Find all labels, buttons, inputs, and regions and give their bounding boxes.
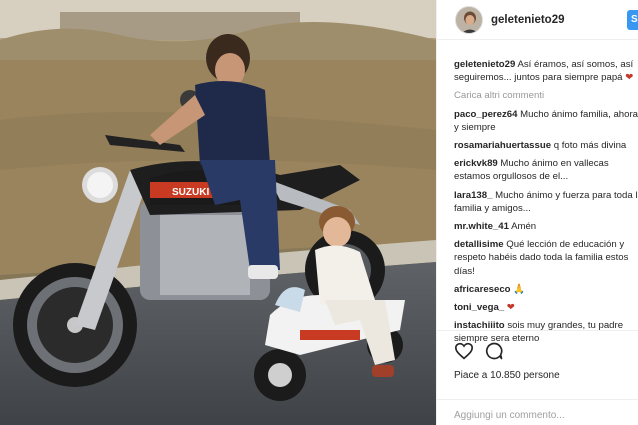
comment-item: detallisime Qué lección de educación y r… — [454, 238, 638, 278]
comment-username[interactable]: paco_perez64 — [454, 109, 517, 120]
heart-icon[interactable] — [454, 342, 474, 360]
add-comment-input[interactable]: Aggiungi un commento... — [437, 399, 638, 425]
caption: geletenieto29 Así éramos, así somos, así… — [454, 58, 638, 84]
comment-item: rosamariahuertassue q foto más divina — [454, 139, 638, 152]
comment-username[interactable]: toni_vega_ — [454, 302, 504, 313]
post-header: geletenieto29 S — [437, 0, 638, 40]
comment-item: mr.white_41 Amén — [454, 220, 638, 233]
comment-item: paco_perez64 Mucho ánimo familia, ahora … — [454, 108, 638, 134]
caption-username[interactable]: geletenieto29 — [454, 59, 515, 70]
comment-username[interactable]: africareseco — [454, 284, 511, 295]
comment-username[interactable]: erickvk89 — [454, 158, 498, 169]
header-username[interactable]: geletenieto29 — [491, 14, 565, 26]
post-actions: Piace a 10.850 persone — [437, 330, 638, 381]
post-photo[interactable]: SUZUKI — [0, 0, 436, 425]
avatar-image — [456, 6, 482, 33]
comment-icon[interactable] — [484, 341, 504, 361]
comment-item: africareseco 🙏 — [454, 283, 638, 296]
avatar[interactable] — [455, 5, 483, 34]
comment-username[interactable]: mr.white_41 — [454, 221, 509, 232]
likes-count[interactable]: Piace a 10.850 persone — [454, 370, 638, 381]
comment-text: ❤ — [506, 302, 515, 314]
comment-text: q foto más divina — [553, 140, 627, 152]
follow-button[interactable]: S — [627, 10, 638, 30]
action-icons — [454, 340, 638, 362]
comment-text: 🙏 — [513, 283, 526, 295]
comment-username[interactable]: lara138_ — [454, 190, 492, 201]
comment-username[interactable]: rosamariahuertassue — [454, 140, 551, 151]
comment-item: lara138_ Mucho ánimo y fuerza para toda … — [454, 189, 638, 215]
comment-item: toni_vega_ ❤ — [454, 301, 638, 314]
photo-illustration: SUZUKI — [0, 0, 436, 425]
comments-list: geletenieto29 Así éramos, así somos, así… — [454, 58, 638, 351]
heart-emoji-icon: ❤ — [625, 72, 634, 84]
post-side-panel: geletenieto29 S geletenieto29 Así éramos… — [436, 0, 638, 425]
comment-text: Amén — [511, 221, 537, 233]
load-more-comments-link[interactable]: Carica altri commenti — [454, 89, 638, 102]
comment-item: erickvk89 Mucho ánimo en vallecas estamo… — [454, 157, 638, 183]
comment-username[interactable]: detallisime — [454, 239, 504, 250]
brand-text: SUZUKI — [172, 187, 209, 198]
